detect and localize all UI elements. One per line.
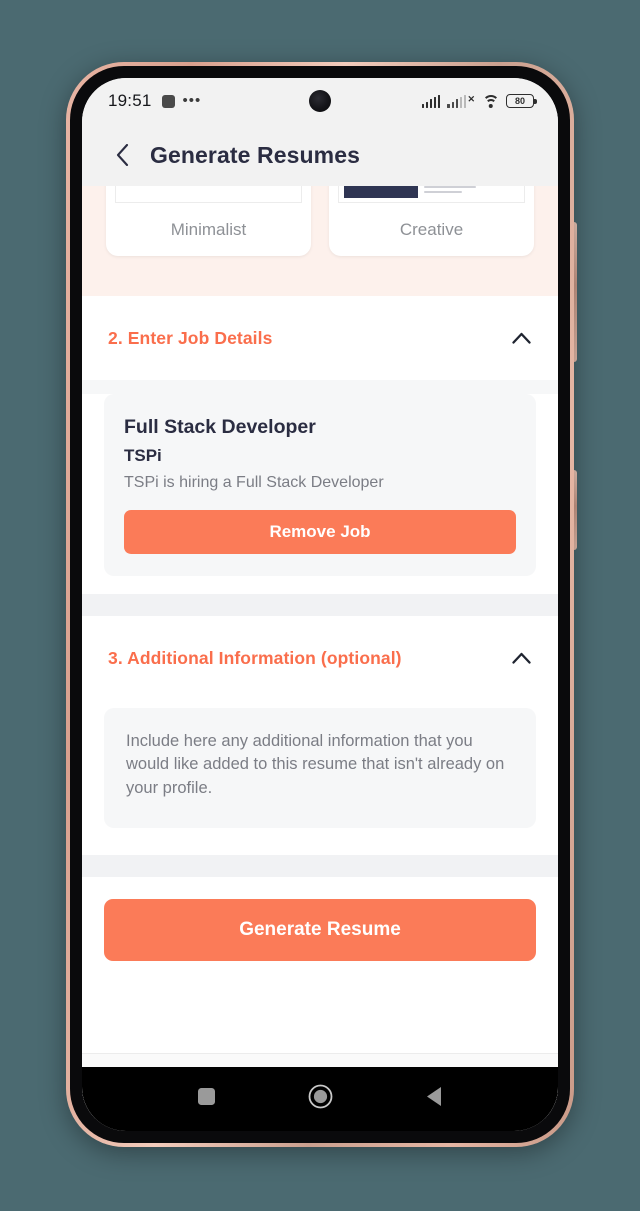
template-label: Creative: [399, 219, 464, 239]
additional-info-input[interactable]: [104, 708, 536, 828]
remove-job-button[interactable]: Remove Job: [124, 510, 516, 554]
section-title: 2. Enter Job Details: [108, 327, 273, 348]
template-card-creative[interactable]: Creative: [329, 186, 534, 256]
signal-bars-icon: [421, 95, 441, 108]
section-title: 3. Additional Information (optional): [108, 647, 402, 668]
phone-screen: 19:51 ••• ✕ 80 Generate Resumes Minimali…: [82, 78, 558, 1131]
chevron-up-icon[interactable]: [510, 327, 532, 349]
template-card-row: Minimalist Creative: [106, 186, 534, 256]
generate-resume-button[interactable]: Generate Resume: [104, 899, 536, 961]
recents-square-icon[interactable]: [197, 1087, 216, 1111]
signal-no-sim-icon: ✕: [447, 94, 475, 108]
back-button[interactable]: [108, 140, 136, 170]
generate-area: Generate Resume: [82, 877, 558, 961]
battery-icon: 80: [506, 94, 537, 108]
app-square-icon: [161, 94, 175, 108]
template-selection-section: Minimalist Creative: [82, 186, 558, 296]
battery-level: 80: [514, 96, 525, 106]
section-header-job-details[interactable]: 2. Enter Job Details: [82, 296, 558, 380]
more-dots-icon: •••: [182, 92, 202, 109]
job-company: TSPi: [124, 446, 162, 465]
section-divider: [82, 855, 558, 877]
front-camera-icon: [309, 90, 331, 112]
section-spacer: [82, 380, 558, 394]
status-time: 19:51: [108, 91, 152, 110]
app-header: Generate Resumes: [82, 124, 558, 186]
chevron-up-icon[interactable]: [510, 647, 532, 669]
additional-info-body: [82, 700, 558, 855]
section-divider: [82, 594, 558, 616]
template-accent-block: [344, 186, 418, 198]
wifi-icon: [482, 95, 499, 108]
phone-frame: 19:51 ••• ✕ 80 Generate Resumes Minimali…: [66, 62, 574, 1147]
section-header-additional-info[interactable]: 3. Additional Information (optional): [82, 616, 558, 700]
android-navigation-bar: [82, 1067, 558, 1131]
status-indicators: ✕ 80: [421, 94, 537, 108]
job-details-body: Full Stack Developer TSPi TSPi is hiring…: [82, 394, 558, 594]
template-thumbnail: [338, 186, 525, 203]
template-label: Minimalist: [170, 219, 247, 239]
template-card-minimalist[interactable]: Minimalist: [106, 186, 311, 256]
back-triangle-icon[interactable]: [425, 1086, 444, 1112]
home-circle-icon[interactable]: [308, 1084, 333, 1114]
template-thumbnail: [115, 186, 302, 203]
job-title: Full Stack Developer: [124, 416, 316, 438]
job-description: TSPi is hiring a Full Stack Developer: [124, 474, 384, 491]
page-title: Generate Resumes: [150, 141, 360, 168]
scroll-content[interactable]: Minimalist Creative 2. Enter Job Details…: [82, 186, 558, 1119]
phone-bezel: 19:51 ••• ✕ 80 Generate Resumes Minimali…: [70, 66, 570, 1143]
job-card[interactable]: Full Stack Developer TSPi TSPi is hiring…: [104, 394, 536, 576]
chevron-left-icon: [116, 144, 128, 166]
